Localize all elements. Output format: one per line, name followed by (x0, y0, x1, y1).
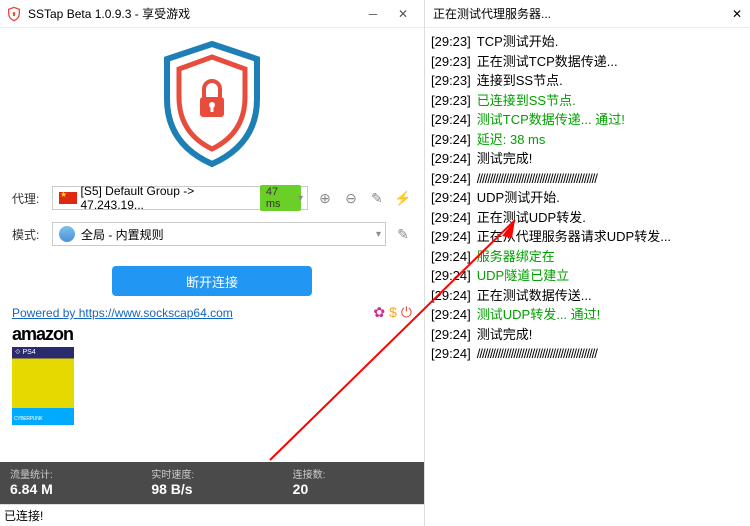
mode-value: 全局 - 内置规则 (81, 226, 164, 243)
mode-label: 模式: (12, 226, 44, 243)
test-proxy-button[interactable]: ⚡ (394, 189, 412, 207)
status-text: 已连接! (0, 504, 424, 526)
edit-proxy-button[interactable]: ✎ (368, 189, 386, 207)
donate-icon[interactable]: $ (389, 304, 397, 321)
log-line: [29:24]测试TCP数据传递... 通过! (431, 110, 744, 130)
log-line: [29:24]/////////////////////////////////… (431, 344, 744, 364)
chevron-down-icon: ▾ (376, 229, 381, 240)
conn-cell: 连接数: 20 (283, 462, 424, 504)
latency-badge: 47 ms (260, 185, 301, 211)
shield-logo-icon (157, 39, 267, 169)
close-button[interactable]: ✕ (388, 4, 418, 24)
window-title: SSTap Beta 1.0.9.3 - 享受游戏 (28, 5, 358, 22)
log-line: [29:24]正在测试UDP转发. (431, 208, 744, 228)
log-line: [29:23]TCP测试开始. (431, 32, 744, 52)
settings-icon[interactable]: ✿ (373, 304, 385, 321)
proxy-value: [S5] Default Group -> 47.243.19... (81, 184, 256, 212)
corner-icons: ✿ $ ⏻ (373, 304, 412, 321)
ad-area[interactable]: amazon (0, 322, 424, 427)
log-line: [29:23]已连接到SS节点. (431, 91, 744, 111)
stats-bar: 流量统计: 6.84 M 实时速度: 98 B/s 连接数: 20 (0, 462, 424, 504)
log-line: [29:23]正在测试TCP数据传递... (431, 52, 744, 72)
proxy-dropdown[interactable]: [S5] Default Group -> 47.243.19... 47 ms… (52, 186, 308, 210)
mode-row: 模式: 全局 - 内置规则 ▾ ✎ (0, 216, 424, 252)
log-window: 正在测试代理服务器... ✕ [29:23]TCP测试开始.[29:23]正在测… (425, 0, 750, 526)
game-cover (12, 347, 74, 425)
remove-proxy-button[interactable]: ⊖ (342, 189, 360, 207)
mode-dropdown[interactable]: 全局 - 内置规则 ▾ (52, 222, 386, 246)
minimize-button[interactable]: ─ (358, 4, 388, 24)
edit-mode-button[interactable]: ✎ (394, 225, 412, 243)
proxy-row: 代理: [S5] Default Group -> 47.243.19... 4… (0, 180, 424, 216)
log-line: [29:23]连接到SS节点. (431, 71, 744, 91)
log-line: [29:24]测试完成! (431, 325, 744, 345)
power-icon[interactable]: ⏻ (401, 304, 412, 321)
log-body: [29:23]TCP测试开始.[29:23]正在测试TCP数据传递...[29:… (425, 28, 750, 526)
titlebar: SSTap Beta 1.0.9.3 - 享受游戏 ─ ✕ (0, 0, 424, 28)
traffic-cell: 流量统计: 6.84 M (0, 462, 141, 504)
add-proxy-button[interactable]: ⊕ (316, 189, 334, 207)
log-line: [29:24]UDP隧道已建立 (431, 266, 744, 286)
log-line: [29:24]延迟: 38 ms (431, 130, 744, 150)
logo-area (0, 28, 424, 180)
flag-icon (59, 192, 77, 204)
disconnect-button[interactable]: 断开连接 (112, 266, 312, 296)
main-window: SSTap Beta 1.0.9.3 - 享受游戏 ─ ✕ 代理: [S5] D… (0, 0, 425, 526)
log-line: [29:24]测试UDP转发... 通过! (431, 305, 744, 325)
app-shield-icon (6, 6, 22, 22)
log-line: [29:24]正在测试数据传送... (431, 286, 744, 306)
log-line: [29:24]正在从代理服务器请求UDP转发... (431, 227, 744, 247)
log-titlebar: 正在测试代理服务器... ✕ (425, 0, 750, 28)
amazon-logo: amazon (12, 324, 73, 345)
log-line: [29:24]/////////////////////////////////… (431, 169, 744, 189)
proxy-label: 代理: (12, 190, 44, 207)
log-line: [29:24]测试完成! (431, 149, 744, 169)
log-close-button[interactable]: ✕ (732, 7, 742, 21)
log-line: [29:24]UDP测试开始. (431, 188, 744, 208)
chevron-down-icon: ▾ (298, 193, 303, 204)
powered-link[interactable]: Powered by https://www.sockscap64.com (0, 304, 424, 322)
log-line: [29:24]服务器绑定在 (431, 247, 744, 267)
globe-icon (59, 226, 75, 242)
speed-cell: 实时速度: 98 B/s (141, 462, 282, 504)
log-title-text: 正在测试代理服务器... (433, 5, 732, 22)
